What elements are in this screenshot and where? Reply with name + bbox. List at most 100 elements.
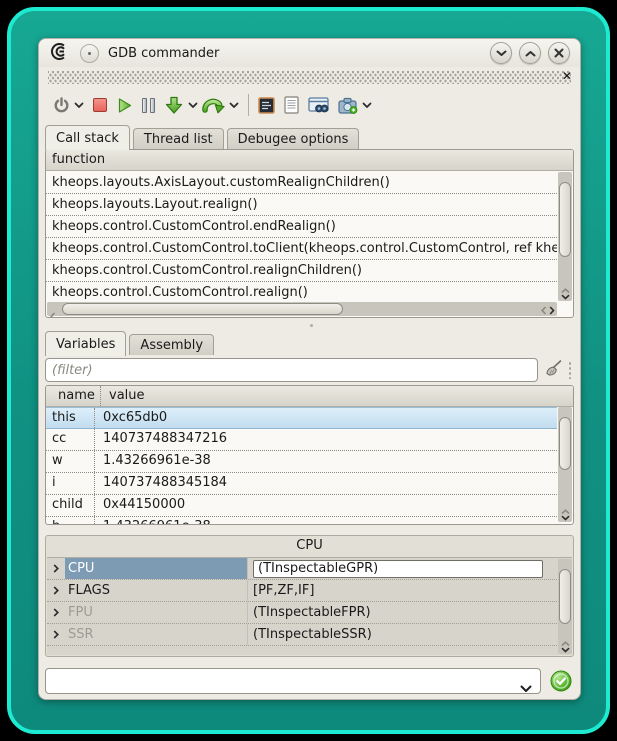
scrollbar-thumb[interactable] — [559, 417, 571, 470]
power-button[interactable] — [53, 92, 70, 118]
cpu-register-row[interactable]: SSR (TInspectableSSR) — [47, 624, 557, 646]
chevron-down-icon — [520, 685, 532, 693]
variable-row[interactable]: h 1.43266961e-38 — [46, 517, 557, 524]
step-into-dropdown-button[interactable] — [188, 92, 198, 118]
dock-handle[interactable]: ✕ — [48, 71, 571, 84]
stop-icon — [93, 98, 107, 112]
expander-arrow-icon[interactable] — [47, 624, 65, 645]
variables-tabbar: VariablesAssembly — [39, 330, 580, 355]
expander-arrow-icon[interactable] — [47, 580, 65, 601]
scrollbar-thumb[interactable] — [62, 303, 343, 315]
step-over-dropdown-button[interactable] — [229, 92, 239, 118]
watch-icon — [308, 97, 329, 114]
panel-splitter[interactable] — [39, 318, 580, 330]
chevron-down-icon — [496, 50, 507, 57]
window-title: GDB commander — [108, 46, 219, 61]
window-controls — [490, 42, 570, 64]
registers-view-button[interactable] — [258, 92, 275, 118]
variables-panel: name value this 0xc65db0 cc 140737488347… — [45, 385, 574, 525]
value-column-header[interactable]: value — [101, 386, 573, 406]
scroll-left-icon[interactable] — [541, 306, 547, 315]
tab[interactable]: Call stack — [45, 125, 130, 150]
cpu-register-row[interactable]: CPU (TInspectableGPR) — [47, 558, 557, 580]
tab[interactable]: Thread list — [133, 128, 224, 149]
power-icon — [53, 97, 70, 114]
snapshot-dropdown-button[interactable] — [362, 92, 372, 118]
filter-input[interactable] — [50, 360, 533, 380]
chevron-down-icon — [229, 102, 239, 109]
snapshot-button[interactable] — [338, 92, 358, 118]
scroll-down-icon[interactable] — [561, 515, 570, 521]
variables-filter-row — [45, 355, 574, 385]
callstack-panel: function kheops.layouts.AxisLayout.custo… — [45, 149, 574, 318]
variable-row[interactable]: this 0xc65db0 — [46, 407, 557, 429]
titlebar[interactable]: GDB commander — [39, 39, 580, 67]
cpu-register-list: CPU (TInspectableGPR) FLAGS [PF,ZF,IF] F… — [47, 558, 557, 655]
toolbar-separator — [248, 94, 249, 116]
callstack-row[interactable]: kheops.control.CustomControl.realign() — [46, 282, 557, 301]
command-combobox[interactable] — [45, 668, 541, 694]
step-over-button[interactable] — [202, 92, 225, 118]
cpu-register-row[interactable]: FLAGS [PF,ZF,IF] — [47, 580, 557, 602]
callstack-horizontal-scrollbar[interactable] — [47, 302, 557, 316]
expander-arrow-icon[interactable] — [47, 558, 65, 579]
callstack-list: kheops.layouts.AxisLayout.customRealignC… — [46, 172, 557, 301]
tab[interactable]: Variables — [45, 331, 126, 356]
dock-close-button[interactable]: ✕ — [562, 69, 572, 83]
variables-vertical-scrollbar[interactable] — [558, 407, 572, 522]
power-dropdown-button[interactable] — [74, 92, 84, 118]
variable-row[interactable]: w 1.43266961e-38 — [46, 451, 557, 473]
callstack-row[interactable]: kheops.control.CustomControl.realignChil… — [46, 260, 557, 282]
variable-row[interactable]: i 140737488345184 — [46, 473, 557, 495]
callstack-tabbar: Call stackThread listDebugee options — [39, 123, 580, 149]
splitter-grip[interactable] — [568, 361, 572, 379]
scroll-down-icon[interactable] — [561, 647, 570, 653]
scroll-right-icon[interactable] — [549, 306, 555, 315]
chevron-down-icon — [362, 102, 372, 109]
name-column-header[interactable]: name — [52, 386, 101, 406]
scrollbar-thumb[interactable] — [559, 182, 571, 257]
callstack-row[interactable]: kheops.control.CustomControl.endRealign(… — [46, 216, 557, 238]
tab[interactable]: Assembly — [129, 334, 214, 355]
chevron-up-icon — [525, 50, 536, 57]
expander-arrow-icon[interactable] — [47, 602, 65, 623]
source-view-button[interactable] — [284, 92, 299, 118]
scroll-left-icon[interactable] — [50, 306, 56, 318]
registers-icon — [258, 97, 275, 114]
source-icon — [284, 96, 299, 114]
shade-button[interactable] — [490, 42, 512, 64]
check-circle-icon — [550, 670, 572, 692]
stop-button[interactable] — [93, 92, 107, 118]
window-menu-button[interactable] — [80, 44, 99, 63]
callstack-row[interactable]: kheops.layouts.AxisLayout.customRealignC… — [46, 172, 557, 194]
callstack-row[interactable]: kheops.control.CustomControl.toClient(kh… — [46, 238, 557, 260]
watch-window-button[interactable] — [308, 92, 329, 118]
variable-row[interactable]: cc 140737488347216 — [46, 429, 557, 451]
cpu-group-title: CPU — [46, 536, 573, 556]
scrollbar-thumb[interactable] — [559, 569, 571, 624]
variables-list: this 0xc65db0 cc 140737488347216 w 1.432… — [46, 407, 557, 524]
step-into-button[interactable] — [164, 92, 184, 118]
confirm-command-button[interactable] — [550, 670, 572, 692]
run-button[interactable] — [116, 92, 133, 118]
pause-icon — [142, 98, 147, 113]
cpu-vertical-scrollbar[interactable] — [558, 559, 572, 654]
callstack-row[interactable]: kheops.layouts.Layout.realign() — [46, 194, 557, 216]
tab[interactable]: Debugee options — [227, 128, 360, 149]
clear-filter-button[interactable] — [543, 359, 563, 381]
pause-button[interactable] — [142, 92, 155, 118]
chevron-down-icon — [74, 102, 84, 109]
close-button[interactable] — [548, 42, 570, 64]
combobox-dropdown-button[interactable] — [520, 678, 532, 697]
variable-row[interactable]: child 0x44150000 — [46, 495, 557, 517]
broom-icon — [543, 359, 563, 377]
command-row — [45, 668, 572, 694]
command-input[interactable] — [52, 670, 516, 692]
callstack-vertical-scrollbar[interactable] — [558, 172, 572, 301]
callstack-column-header[interactable]: function — [46, 150, 573, 171]
unshade-button[interactable] — [519, 42, 541, 64]
cpu-register-row[interactable]: FPU (TInspectableFPR) — [47, 602, 557, 624]
gdb-commander-window: GDB commander ✕ — [38, 38, 581, 700]
scroll-down-icon[interactable] — [561, 294, 570, 300]
debug-toolbar — [39, 87, 580, 123]
